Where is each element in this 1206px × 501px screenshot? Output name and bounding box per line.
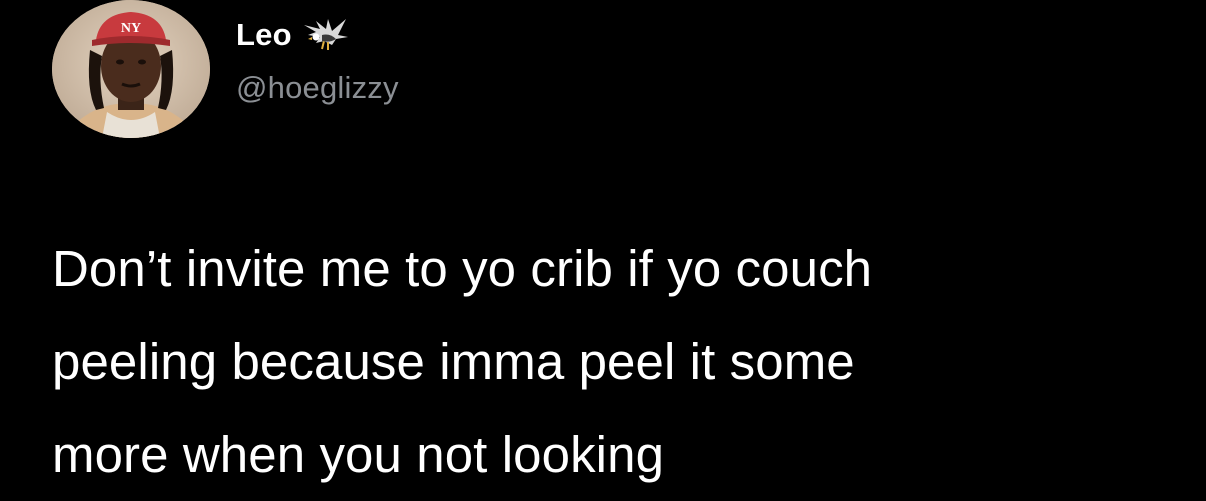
tweet-text: Don’t invite me to yo crib if yo couch p… [52, 240, 873, 483]
name-row: Leo [236, 14, 350, 54]
eagle-icon [302, 15, 350, 53]
avatar[interactable]: NY [52, 0, 210, 138]
display-name[interactable]: Leo [236, 19, 292, 50]
tweet-card: NY Leo @hoeglizzy Don’t invite me to yo … [0, 0, 1206, 497]
user-handle[interactable]: @hoeglizzy [236, 72, 399, 103]
avatar-photo: NY [52, 0, 210, 138]
svg-text:NY: NY [121, 21, 141, 36]
